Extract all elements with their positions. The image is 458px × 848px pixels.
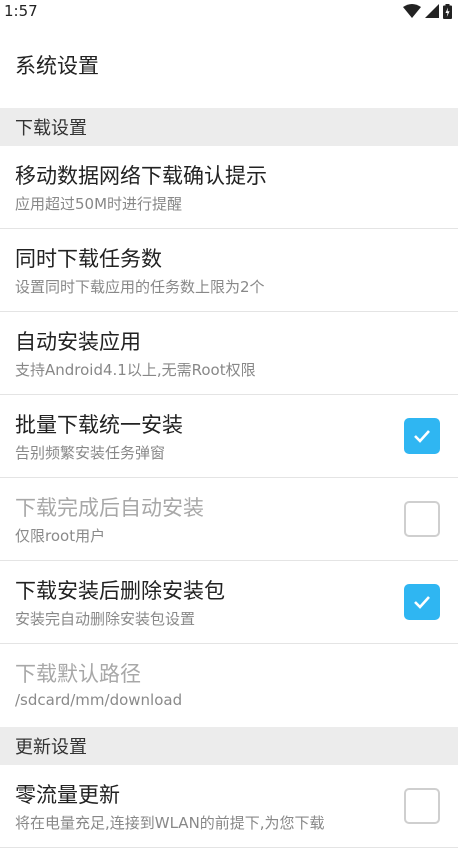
battery-charging-icon	[443, 3, 452, 19]
setting-mobile-data-confirm[interactable]: 移动数据网络下载确认提示 应用超过50M时进行提醒	[0, 146, 458, 229]
setting-title: 同时下载任务数	[15, 247, 162, 271]
setting-title: 批量下载统一安装	[15, 413, 183, 437]
setting-title: 下载默认路径	[15, 662, 141, 686]
setting-title: 零流量更新	[15, 783, 120, 807]
setting-auto-install-apps[interactable]: 自动安装应用 支持Android4.1以上,无需Root权限	[0, 312, 458, 395]
setting-subtitle: 设置同时下载应用的任务数上限为2个	[15, 278, 265, 296]
setting-default-download-path[interactable]: 下载默认路径 /sdcard/mm/download	[0, 644, 458, 727]
batch-install-checkbox[interactable]	[404, 418, 440, 454]
setting-zero-data-update[interactable]: 零流量更新 将在电量充足,连接到WLAN的前提下,为您下载	[0, 765, 458, 848]
setting-delete-package-after-install[interactable]: 下载安装后删除安装包 安装完自动删除安装包设置	[0, 561, 458, 644]
setting-subtitle: 安装完自动删除安装包设置	[15, 610, 196, 628]
status-time: 1:57	[4, 2, 38, 20]
status-icons	[403, 3, 452, 19]
setting-subtitle: 应用超过50M时进行提醒	[15, 195, 183, 213]
setting-subtitle: 告别频繁安装任务弹窗	[15, 444, 166, 462]
checkmark-icon	[414, 596, 430, 609]
setting-auto-install-after-download[interactable]: 下载完成后自动安装 仅限root用户	[0, 478, 458, 561]
signal-icon	[425, 4, 439, 18]
setting-subtitle: /sdcard/mm/download	[15, 691, 183, 709]
setting-concurrent-downloads[interactable]: 同时下载任务数 设置同时下载应用的任务数上限为2个	[0, 229, 458, 312]
auto-install-checkbox[interactable]	[404, 501, 440, 537]
section-header-download: 下载设置	[0, 108, 458, 146]
setting-batch-install[interactable]: 批量下载统一安装 告别频繁安装任务弹窗	[0, 395, 458, 478]
wifi-icon	[403, 4, 421, 18]
setting-subtitle: 将在电量充足,连接到WLAN的前提下,为您下载	[15, 814, 325, 832]
setting-title: 移动数据网络下载确认提示	[15, 164, 267, 188]
setting-subtitle: 支持Android4.1以上,无需Root权限	[15, 361, 256, 379]
setting-title: 自动安装应用	[15, 330, 141, 354]
checkmark-icon	[414, 430, 430, 443]
setting-title: 下载完成后自动安装	[15, 496, 204, 520]
page-title: 系统设置	[15, 54, 99, 78]
section-label: 下载设置	[15, 118, 87, 139]
section-header-update: 更新设置	[0, 727, 458, 765]
setting-subtitle: 仅限root用户	[15, 527, 106, 545]
zero-data-update-checkbox[interactable]	[404, 788, 440, 824]
setting-title: 下载安装后删除安装包	[15, 579, 225, 603]
delete-package-checkbox[interactable]	[404, 584, 440, 620]
section-label: 更新设置	[15, 737, 87, 758]
app-header: 系统设置	[0, 22, 458, 108]
status-bar: 1:57	[0, 0, 458, 22]
